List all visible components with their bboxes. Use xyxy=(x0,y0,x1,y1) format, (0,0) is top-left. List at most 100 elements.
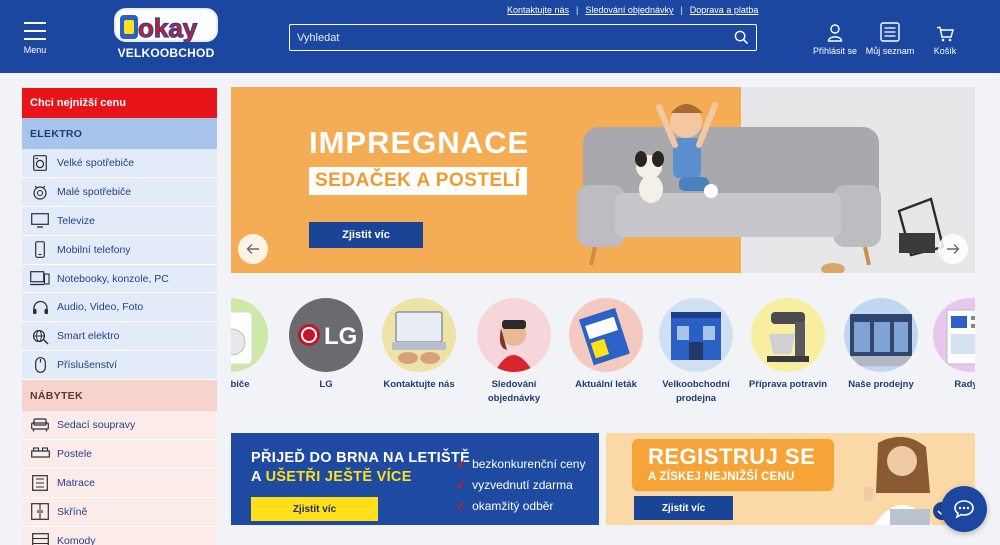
search-input[interactable] xyxy=(290,25,726,50)
small-appliance-icon xyxy=(29,183,51,201)
phone-icon xyxy=(29,241,51,259)
sidebar-item-wardrobes[interactable]: Skříně xyxy=(22,497,217,527)
lowest-price-button[interactable]: Chci nejnižší cenu xyxy=(22,88,217,118)
category-image xyxy=(844,298,918,372)
washer-icon xyxy=(29,154,51,172)
sidebar-item-laptops[interactable]: Notebooky, konzole, PC xyxy=(22,264,217,294)
hero-cta-button[interactable]: Zjistit víc xyxy=(309,222,423,248)
shipping-link[interactable]: Doprava a platba xyxy=(690,5,759,15)
order-tracking-link[interactable]: Sledování objednávky xyxy=(585,5,673,15)
hero-subtitle: SEDAČEK A POSTELÍ xyxy=(309,167,527,195)
wardrobe-icon xyxy=(29,503,51,521)
promo-line-2-highlight: UŠETŘI JEŠTĚ VÍCE xyxy=(265,469,412,485)
mouse-icon xyxy=(29,356,51,374)
sidebar-item-phones[interactable]: Mobilní telefony xyxy=(22,235,217,265)
chat-button[interactable] xyxy=(941,486,987,532)
category-label: otřebiče xyxy=(231,379,250,390)
sidebar-item-label: Matrace xyxy=(57,476,95,489)
category-leaflet[interactable]: Aktuální leták xyxy=(558,298,654,392)
search-icon[interactable] xyxy=(726,25,756,50)
category-label: Sledování objednávky xyxy=(487,379,541,404)
laptop-icon xyxy=(29,270,51,288)
link-separator: | xyxy=(680,5,683,15)
carousel-next-button[interactable] xyxy=(938,234,968,264)
register-subtitle: A ZÍSKEJ NEJNIŽŠÍ CENU xyxy=(648,471,795,483)
sidebar-item-audio[interactable]: Audio, Video, Foto xyxy=(22,293,217,323)
my-list-button[interactable]: Můj seznam xyxy=(864,22,916,56)
hamburger-icon xyxy=(20,22,50,40)
my-list-label: Můj seznam xyxy=(865,46,915,56)
bed-icon xyxy=(29,445,51,463)
sidebar-item-label: Televize xyxy=(57,214,95,227)
section-elektro-heading[interactable]: ELEKTRO xyxy=(22,118,217,149)
headphones-icon xyxy=(29,298,51,316)
register-promo-banner[interactable]: REGISTRUJ SE A ZÍSKEJ NEJNIŽŠÍ CENU Zjis… xyxy=(606,433,975,525)
benefit-item: ✓ okamžitý odběr xyxy=(456,495,585,516)
category-advice[interactable]: Rady a xyxy=(922,298,975,392)
user-icon xyxy=(810,22,860,42)
promo-benefits-list: ✓ bezkonkurenční ceny ✓ vyzvednutí zdarma … xyxy=(456,453,585,516)
sidebar-item-large-appliances[interactable]: Velké spotřebiče xyxy=(22,149,217,178)
sidebar-item-smart[interactable]: Smart elektro xyxy=(22,322,217,352)
sidebar-item-small-appliances[interactable]: Malé spotřebiče xyxy=(22,177,217,207)
category-lg[interactable]: LG LG xyxy=(278,298,374,392)
hero-title: IMPREGNACE xyxy=(309,125,530,160)
check-icon: ✓ xyxy=(456,477,467,492)
hero-banner[interactable]: IMPREGNACE SEDAČEK A POSTELÍ Zjistit víc xyxy=(231,87,975,273)
category-wholesale-store[interactable]: Velkoobchodní prodejna xyxy=(648,298,744,406)
category-label: LG xyxy=(319,379,333,390)
category-contact[interactable]: Kontaktujte nás xyxy=(371,298,467,392)
category-sidebar: Chci nejnižší cenu ELEKTRO Velké spotřeb… xyxy=(22,88,217,545)
arrow-right-icon xyxy=(947,244,960,254)
logo-badge: okay xyxy=(114,8,218,44)
category-stores[interactable]: Naše prodejny xyxy=(833,298,929,392)
lg-logo-icon: LG xyxy=(289,298,363,372)
login-button[interactable]: Přihlásit se xyxy=(810,22,860,56)
cart-label: Košík xyxy=(933,46,957,56)
okay-logo[interactable]: okay VELKOOBCHOD xyxy=(112,6,220,62)
category-food-prep[interactable]: Příprava potravin xyxy=(740,298,836,392)
smart-icon xyxy=(29,327,51,345)
category-label: Rady a xyxy=(954,379,975,390)
benefit-label: vyzvednutí zdarma xyxy=(472,477,573,492)
category-label: Aktuální leták xyxy=(575,379,637,390)
sidebar-item-accessories[interactable]: Příslušenství xyxy=(22,351,217,381)
promo-line-2-prefix: A xyxy=(251,469,266,485)
category-label: Naše prodejny xyxy=(848,379,914,390)
check-icon: ✓ xyxy=(456,456,467,471)
category-image xyxy=(659,298,733,372)
category-appliances[interactable]: otřebiče xyxy=(231,298,279,392)
list-icon xyxy=(864,22,916,42)
category-image xyxy=(569,298,643,372)
menu-button[interactable]: Menu xyxy=(20,22,50,55)
sidebar-item-tv[interactable]: Televize xyxy=(22,206,217,236)
promo-line-1: PŘIJEĎ DO BRNA NA LETIŠTĚ xyxy=(251,450,471,466)
sidebar-item-sofas[interactable]: Sedací soupravy xyxy=(22,411,217,441)
login-label: Přihlásit se xyxy=(812,46,857,56)
top-links: Kontaktujte nás | Sledování objednávky |… xyxy=(507,5,758,15)
category-order-tracking[interactable]: Sledování objednávky xyxy=(466,298,562,406)
cart-icon xyxy=(927,22,963,42)
airport-promo-banner[interactable]: PŘIJEĎ DO BRNA NA LETIŠTĚ A UŠETŘI JEŠTĚ… xyxy=(231,433,599,525)
site-header: Menu okay VELKOOBCHOD Kontaktujte nás | … xyxy=(0,0,1000,73)
check-icon: ✓ xyxy=(456,498,467,513)
sidebar-item-label: Příslušenství xyxy=(57,359,118,372)
sidebar-item-dressers[interactable]: Komody xyxy=(22,526,217,545)
sidebar-item-beds[interactable]: Postele xyxy=(22,440,217,469)
category-image xyxy=(477,298,551,372)
carousel-prev-button[interactable] xyxy=(238,234,268,264)
section-nabytek-heading[interactable]: NÁBYTEK xyxy=(22,380,217,412)
mattress-icon xyxy=(29,474,51,492)
chat-icon xyxy=(954,500,974,519)
category-label: Kontaktujte nás xyxy=(383,379,455,390)
category-image xyxy=(751,298,825,372)
cart-button[interactable]: Košík xyxy=(927,22,963,56)
benefit-label: bezkonkurenční ceny xyxy=(472,456,586,471)
sidebar-item-label: Audio, Video, Foto xyxy=(57,301,144,314)
sidebar-item-mattresses[interactable]: Matrace xyxy=(22,468,217,498)
register-promo-button[interactable]: Zjistit víc xyxy=(634,496,733,520)
sidebar-item-label: Sedací soupravy xyxy=(57,419,136,432)
airport-promo-button[interactable]: Zjistit víc xyxy=(251,497,378,521)
dresser-icon xyxy=(29,532,51,545)
contact-link[interactable]: Kontaktujte nás xyxy=(507,5,569,15)
